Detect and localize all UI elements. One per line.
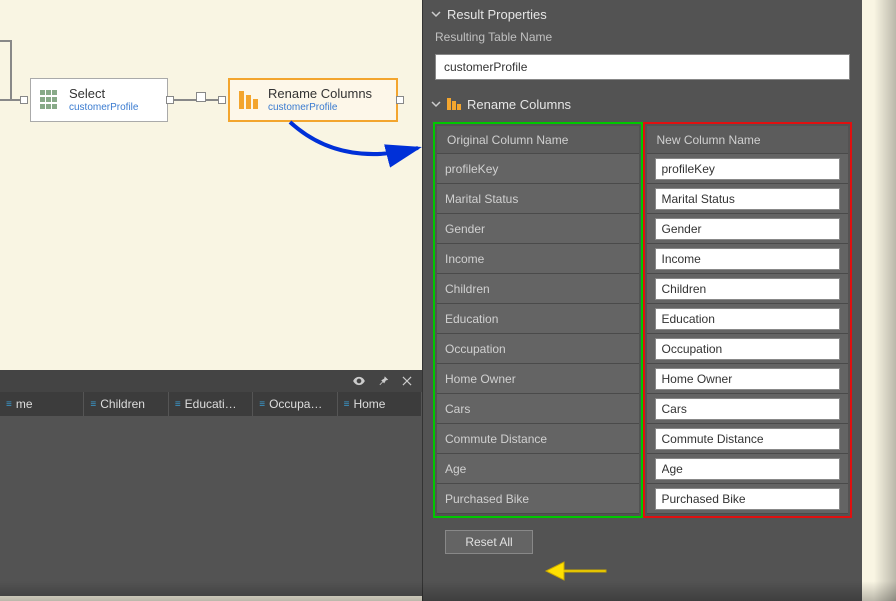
original-column-name: profileKey xyxy=(437,154,639,184)
original-column-name: Cars xyxy=(437,394,639,424)
new-column-name-input[interactable] xyxy=(655,458,841,480)
field-label: Resulting Table Name xyxy=(423,28,862,50)
original-column-name: Purchased Bike xyxy=(437,484,639,514)
column-header-original: Original Column Name xyxy=(437,126,639,154)
columns-icon xyxy=(236,83,262,117)
port[interactable] xyxy=(20,96,28,104)
column-header[interactable]: ≡Home xyxy=(338,392,422,416)
original-column-name: Marital Status xyxy=(437,184,639,214)
node-subtitle: customerProfile xyxy=(69,102,138,114)
new-column-group: New Column Name xyxy=(643,122,853,518)
original-column-name: Home Owner xyxy=(437,364,639,394)
node-select[interactable]: Select customerProfile xyxy=(30,78,168,122)
column-header-new: New Column Name xyxy=(647,126,849,154)
resulting-table-name-input[interactable] xyxy=(435,54,850,80)
preview-column-headers: ≡me ≡Children ≡Educati… ≡Occupa… ≡Home xyxy=(0,392,422,416)
pin-icon[interactable] xyxy=(376,374,390,388)
original-column-group: Original Column Name profileKeyMarital S… xyxy=(433,122,643,518)
decorative-shadow xyxy=(874,0,896,601)
node-title: Rename Columns xyxy=(268,86,372,102)
original-column-name: Occupation xyxy=(437,334,639,364)
new-column-row xyxy=(647,154,849,184)
new-column-row xyxy=(647,454,849,484)
port[interactable] xyxy=(166,96,174,104)
edge-segment xyxy=(0,99,20,101)
node-rename-columns[interactable]: Rename Columns customerProfile xyxy=(228,78,398,122)
sort-icon: ≡ xyxy=(175,399,181,410)
reset-all-button[interactable]: Reset All xyxy=(445,530,533,554)
new-column-row xyxy=(647,184,849,214)
new-column-row xyxy=(647,244,849,274)
column-header[interactable]: ≡me xyxy=(0,392,84,416)
new-column-name-input[interactable] xyxy=(655,218,841,240)
section-result-properties[interactable]: Result Properties xyxy=(423,0,862,28)
canvas-bottombar xyxy=(0,370,422,392)
sort-icon: ≡ xyxy=(259,399,265,410)
new-column-row xyxy=(647,364,849,394)
section-rename-columns[interactable]: Rename Columns xyxy=(423,90,862,118)
original-column-name: Income xyxy=(437,244,639,274)
original-column-name: Children xyxy=(437,274,639,304)
new-column-row xyxy=(647,214,849,244)
original-column-name: Age xyxy=(437,454,639,484)
chevron-down-icon xyxy=(431,99,441,109)
chevron-down-icon xyxy=(431,9,441,19)
close-icon[interactable] xyxy=(400,374,414,388)
new-column-name-input[interactable] xyxy=(655,428,841,450)
new-column-name-input[interactable] xyxy=(655,278,841,300)
port[interactable] xyxy=(396,96,404,104)
original-column-name: Education xyxy=(437,304,639,334)
new-column-name-input[interactable] xyxy=(655,188,841,210)
new-column-name-input[interactable] xyxy=(655,338,841,360)
new-column-name-input[interactable] xyxy=(655,158,841,180)
section-title: Result Properties xyxy=(447,7,547,22)
new-column-row xyxy=(647,484,849,514)
new-column-row xyxy=(647,304,849,334)
new-column-name-input[interactable] xyxy=(655,368,841,390)
new-column-row xyxy=(647,334,849,364)
column-header[interactable]: ≡Occupa… xyxy=(253,392,337,416)
new-column-row xyxy=(647,424,849,454)
original-column-name: Commute Distance xyxy=(437,424,639,454)
edge-segment xyxy=(0,40,12,100)
properties-panel: Result Properties Resulting Table Name R… xyxy=(422,0,862,601)
preview-grid-body[interactable] xyxy=(0,416,422,596)
new-column-name-input[interactable] xyxy=(655,488,841,510)
column-header[interactable]: ≡Children xyxy=(84,392,168,416)
column-header[interactable]: ≡Educati… xyxy=(169,392,253,416)
new-column-name-input[interactable] xyxy=(655,248,841,270)
node-subtitle: customerProfile xyxy=(268,102,372,114)
columns-icon xyxy=(447,98,461,110)
eye-icon[interactable] xyxy=(352,374,366,388)
sort-icon: ≡ xyxy=(344,399,350,410)
new-column-row xyxy=(647,274,849,304)
new-column-name-input[interactable] xyxy=(655,308,841,330)
port[interactable] xyxy=(218,96,226,104)
edge-marker[interactable] xyxy=(196,92,206,102)
node-title: Select xyxy=(69,86,138,102)
grid-icon xyxy=(37,83,63,117)
original-column-name: Gender xyxy=(437,214,639,244)
sort-icon: ≡ xyxy=(6,399,12,410)
workflow-canvas[interactable]: Select customerProfile Rename Columns cu… xyxy=(0,0,422,370)
rename-columns-table: Original Column Name profileKeyMarital S… xyxy=(433,122,852,518)
new-column-name-input[interactable] xyxy=(655,398,841,420)
new-column-row xyxy=(647,394,849,424)
sort-icon: ≡ xyxy=(90,399,96,410)
section-title: Rename Columns xyxy=(467,97,571,112)
